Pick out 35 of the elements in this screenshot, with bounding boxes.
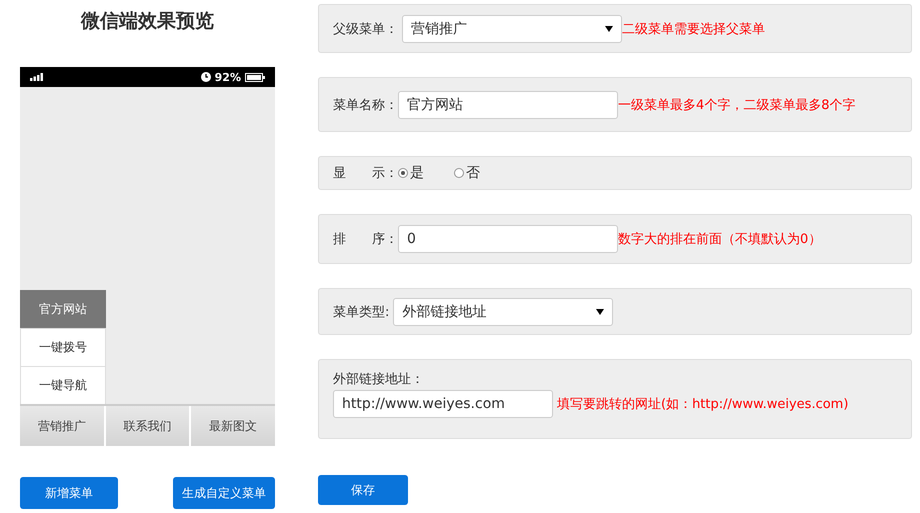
input-field[interactable]: 0 xyxy=(398,225,618,253)
field-label: 显 示： xyxy=(333,165,398,182)
menu-tab[interactable]: 营销推广 xyxy=(20,406,104,446)
field-label: 排 序： xyxy=(333,231,398,248)
submenu-item[interactable]: 一键拨号 xyxy=(20,328,106,366)
radio-button[interactable] xyxy=(454,168,464,178)
dropdown-arrow-icon xyxy=(605,26,613,32)
save-button[interactable]: 保存 xyxy=(318,475,408,505)
select-field[interactable]: 外部链接地址 xyxy=(393,298,614,326)
radio-label: 是 xyxy=(410,164,424,182)
preview-title: 微信端效果预览 xyxy=(80,9,215,34)
hint-text: 填写要跳转的网址(如：http://www.weiyes.com) xyxy=(557,396,848,413)
hint-text: 一级菜单最多4个字，二级菜单最多8个字 xyxy=(618,96,856,114)
menu-tab[interactable]: 联系我们 xyxy=(106,406,190,446)
radio-label: 否 xyxy=(466,164,480,182)
hint-text: 二级菜单需要选择父菜单 xyxy=(622,20,765,38)
submenu-item[interactable]: 官方网站 xyxy=(20,290,106,328)
input-field[interactable]: http://www.weiyes.com xyxy=(333,390,553,418)
menu-tab[interactable]: 最新图文 xyxy=(191,406,276,446)
signal-icon xyxy=(30,73,44,81)
field-label: 父级菜单： xyxy=(333,20,398,38)
battery-percent: 92% xyxy=(214,70,241,84)
field-label: 菜单名称： xyxy=(333,96,398,114)
dropdown-arrow-icon xyxy=(596,308,604,314)
field-label: 菜单类型: xyxy=(333,304,390,320)
add-menu-button[interactable]: 新增菜单 xyxy=(20,477,118,509)
radio-button[interactable] xyxy=(398,168,408,178)
generate-menu-button[interactable]: 生成自定义菜单 xyxy=(173,477,275,509)
submenu-item[interactable]: 一键导航 xyxy=(20,366,106,404)
select-field[interactable]: 营销推广 xyxy=(402,14,622,42)
clock-icon xyxy=(200,72,211,82)
field-label: 外部链接地址： xyxy=(333,371,424,388)
input-field[interactable]: 官方网站 xyxy=(398,90,618,118)
battery-icon xyxy=(245,72,265,82)
hint-text: 数字大的排在前面（不填默认为0） xyxy=(618,231,822,248)
